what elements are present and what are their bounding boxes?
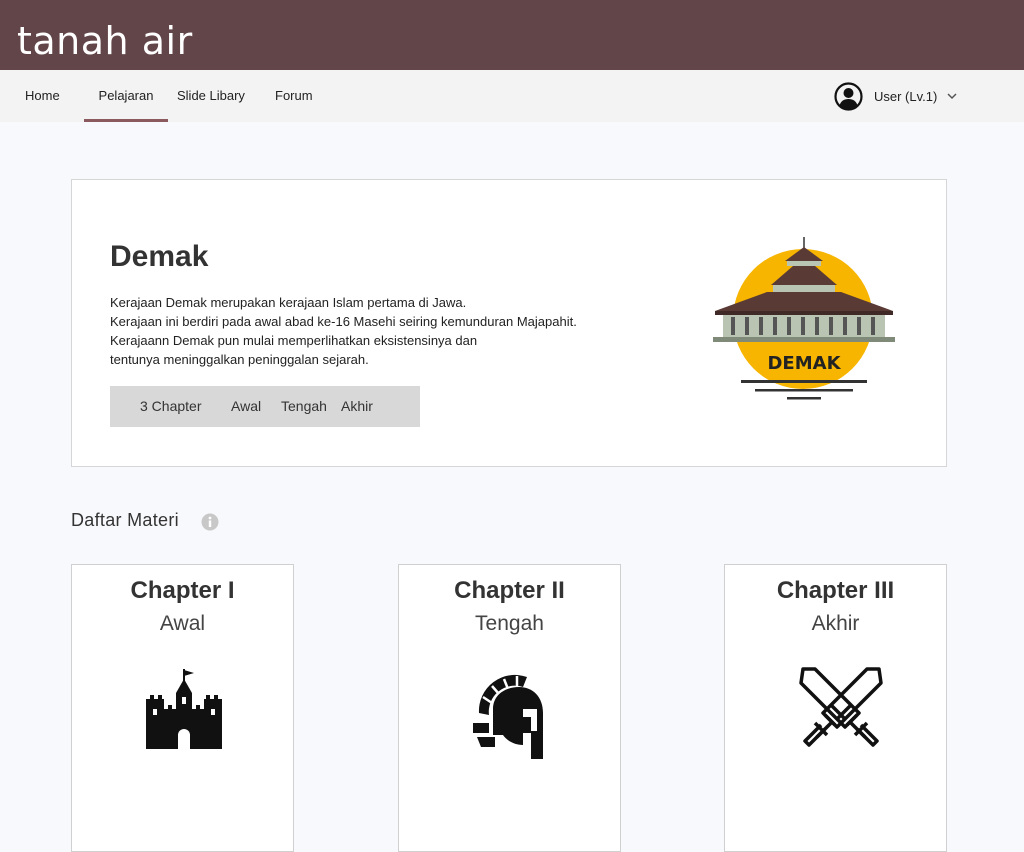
user-menu[interactable]: User (Lv.1) bbox=[834, 81, 958, 111]
nav-pelajaran[interactable]: Pelajaran bbox=[84, 70, 168, 122]
description-line: tentunya meninggalkan peninggalan sejara… bbox=[110, 352, 369, 367]
info-icon[interactable] bbox=[201, 513, 219, 531]
chapter-card-2[interactable]: Chapter II Tengah bbox=[398, 564, 621, 852]
nav-forum[interactable]: Forum bbox=[275, 70, 313, 122]
description-line: Kerajaan ini berdiri pada awal abad ke-1… bbox=[110, 314, 577, 329]
description-line: Kerajaann Demak pun mulai memperlihatkan… bbox=[110, 333, 478, 348]
chapter-subtitle: Akhir bbox=[811, 612, 860, 635]
chapter-link-awal[interactable]: Awal bbox=[231, 398, 261, 414]
kingdom-description: Kerajaan Demak merupakan kerajaan Islam … bbox=[110, 293, 650, 369]
chapter-title: Chapter II bbox=[454, 577, 565, 604]
user-avatar-icon bbox=[834, 81, 863, 111]
chevron-down-icon bbox=[947, 93, 957, 100]
chapter-card-1[interactable]: Chapter I Awal bbox=[71, 564, 294, 852]
logo-text: DEMAK bbox=[767, 353, 841, 374]
main-nav: Home Pelajaran Slide Libary Forum User (… bbox=[0, 70, 1024, 122]
chapter-bar: 3 Chapter Awal Tengah Akhir bbox=[110, 386, 420, 427]
brand-logo-text[interactable]: tanah air bbox=[17, 17, 193, 65]
chapter-card-3[interactable]: Chapter III Akhir bbox=[724, 564, 947, 852]
nav-home[interactable]: Home bbox=[25, 70, 60, 122]
kingdom-intro-card: Demak Kerajaan Demak merupakan kerajaan … bbox=[71, 179, 947, 467]
nav-slide-library[interactable]: Slide Libary bbox=[177, 70, 245, 122]
spartan-helmet-icon bbox=[473, 674, 543, 759]
chapter-link-tengah[interactable]: Tengah bbox=[281, 398, 327, 414]
demak-mosque-logo: DEMAK bbox=[713, 237, 895, 400]
app-header: tanah air bbox=[0, 0, 1024, 70]
castle-icon bbox=[146, 669, 222, 749]
crossed-swords-icon bbox=[799, 667, 883, 747]
materials-section-title: Daftar Materi bbox=[71, 510, 179, 530]
chapter-title: Chapter III bbox=[776, 577, 895, 604]
chapter-link-akhir[interactable]: Akhir bbox=[341, 398, 373, 414]
user-label: User (Lv.1) bbox=[874, 88, 938, 104]
chapter-count: 3 Chapter bbox=[140, 398, 202, 414]
chapter-title: Chapter I bbox=[130, 577, 235, 604]
chapter-subtitle: Tengah bbox=[475, 612, 544, 635]
kingdom-title: Demak bbox=[110, 240, 209, 273]
description-line: Kerajaan Demak merupakan kerajaan Islam … bbox=[110, 295, 467, 310]
chapter-subtitle: Awal bbox=[159, 612, 206, 635]
